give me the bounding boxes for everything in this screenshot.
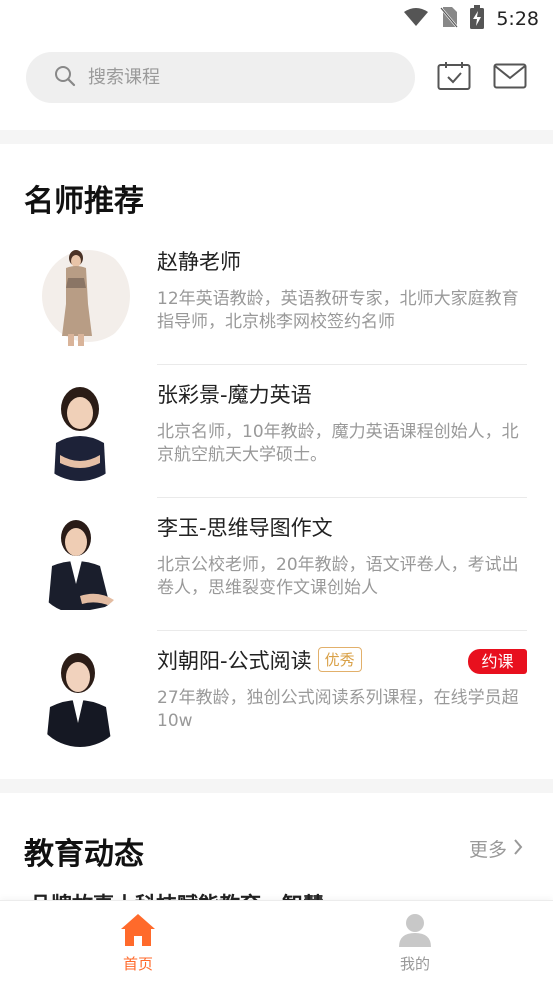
book-class-badge[interactable]: 约课 <box>468 649 527 674</box>
more-link[interactable]: 更多 <box>469 835 523 862</box>
teacher-item[interactable]: 赵静老师 12年英语教龄，英语教研专家，北师大家庭教育指导师，北京桃李网校签约名… <box>0 232 553 365</box>
search-icon <box>54 65 76 91</box>
teacher-avatar <box>30 377 130 481</box>
teacher-desc: 北京名师，10年教龄，魔力英语课程创始人，北京航空航天大学硕士。 <box>157 422 519 465</box>
teacher-avatar <box>30 510 130 614</box>
teacher-item[interactable]: 李玉-思维导图作文 北京公校老师，20年教龄，语文评卷人，考试出卷人，思维裂变作… <box>0 498 553 631</box>
teacher-item[interactable]: 刘朝阳-公式阅读 优秀 约课 27年教龄，独创公式阅读系列课程，在线学员超10w <box>0 631 553 764</box>
teacher-desc: 北京公校老师，20年教龄，语文评卷人，考试出卷人，思维裂变作文课创始人 <box>157 555 519 598</box>
chevron-right-icon <box>513 838 523 860</box>
calendar-button[interactable] <box>436 62 472 94</box>
message-button[interactable] <box>492 62 528 94</box>
calendar-check-icon <box>437 61 471 95</box>
section-title-teachers: 名师推荐 <box>24 184 144 219</box>
no-sim-icon <box>440 6 459 32</box>
nav-home-label: 首页 <box>122 955 153 973</box>
nav-mine[interactable]: 我的 <box>365 913 465 974</box>
wifi-icon <box>404 7 429 31</box>
teacher-item[interactable]: 张彩景-魔力英语 北京名师，10年教龄，魔力英语课程创始人，北京航空航天大学硕士… <box>0 365 553 498</box>
user-icon <box>398 914 432 951</box>
home-icon <box>120 914 156 951</box>
header <box>0 38 553 130</box>
bottom-nav: 首页 我的 <box>0 900 553 983</box>
search-bar[interactable] <box>26 52 415 103</box>
nav-mine-label: 我的 <box>399 955 430 973</box>
teacher-avatar <box>30 244 130 348</box>
more-label: 更多 <box>468 839 507 861</box>
search-input[interactable] <box>88 67 388 88</box>
nav-home[interactable]: 首页 <box>88 913 188 974</box>
section-title-news: 教育动态 <box>24 837 144 872</box>
teacher-recommend-section: 名师推荐 赵静老师 12年英语教龄，英语教研专家，北师大家庭教育指导师，北京桃李… <box>0 144 553 779</box>
mail-icon <box>493 63 527 93</box>
teacher-name: 张彩景-魔力英语 <box>157 383 312 407</box>
teacher-name: 李玉-思维导图作文 <box>157 516 333 540</box>
battery-charging-icon <box>470 5 485 33</box>
teacher-desc: 12年英语教龄，英语教研专家，北师大家庭教育指导师，北京桃李网校签约名师 <box>157 289 519 332</box>
status-time: 5:28 <box>496 8 539 30</box>
teacher-avatar <box>30 643 130 747</box>
teacher-name: 刘朝阳-公式阅读 优秀 <box>157 645 362 675</box>
status-bar: 5:28 <box>0 0 553 38</box>
teacher-desc: 27年教龄，独创公式阅读系列课程，在线学员超10w <box>157 688 519 731</box>
teacher-name: 赵静老师 <box>157 250 241 274</box>
teacher-name-text: 刘朝阳-公式阅读 <box>157 649 312 673</box>
excellent-badge: 优秀 <box>317 647 362 672</box>
